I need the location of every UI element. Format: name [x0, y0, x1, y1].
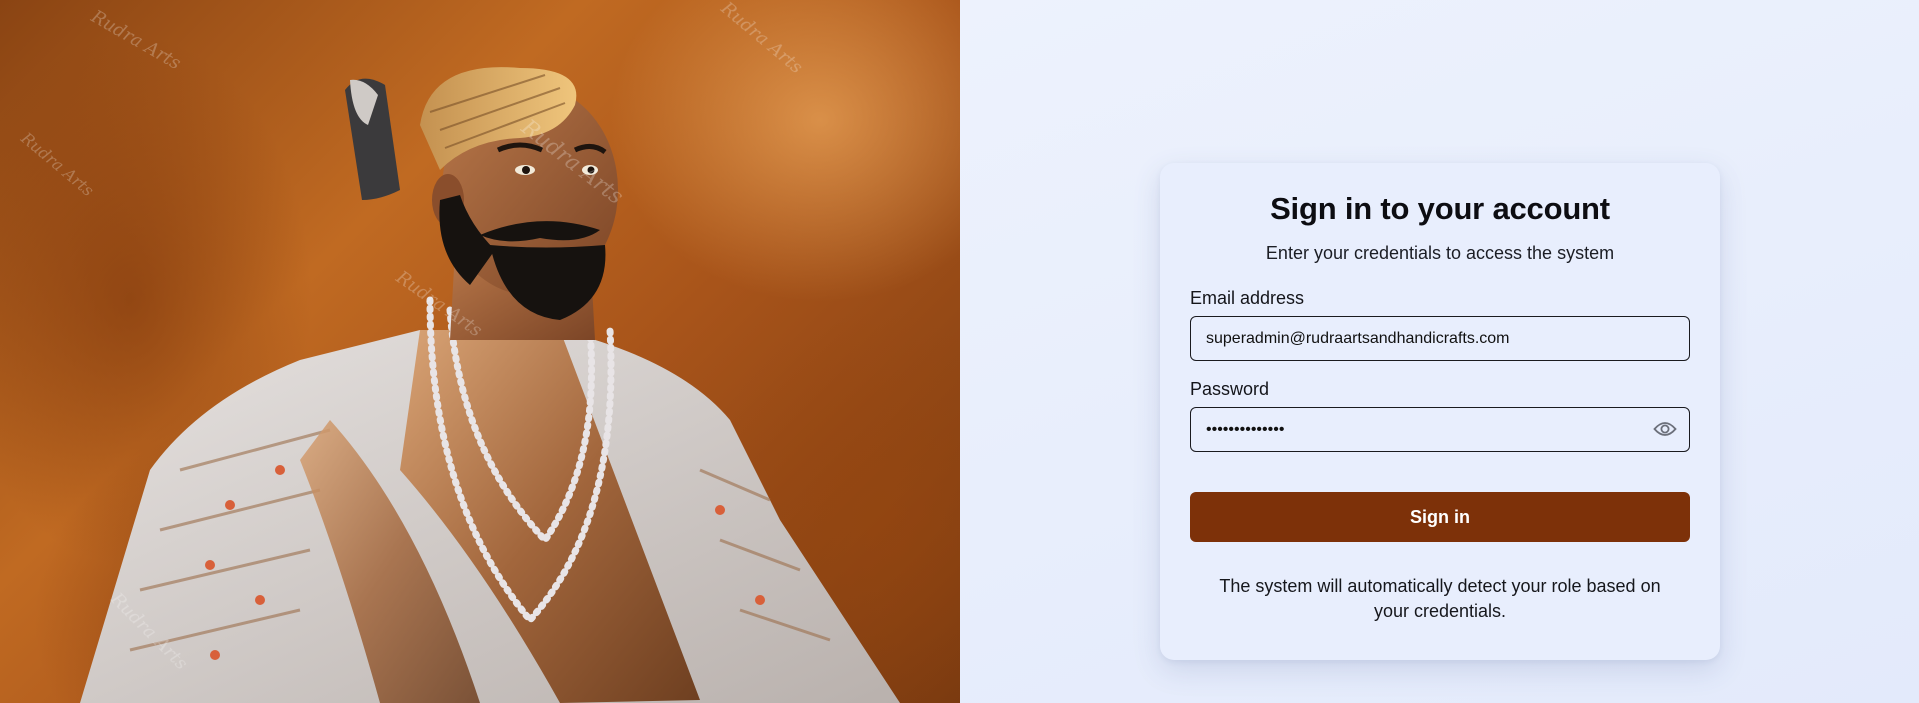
email-field[interactable] — [1190, 316, 1690, 361]
login-panel: Sign in to your account Enter your crede… — [960, 0, 1919, 703]
eye-icon[interactable] — [1653, 418, 1677, 440]
login-card: Sign in to your account Enter your crede… — [1160, 163, 1720, 660]
statue-illustration: Rudra Arts Rudra Arts Rudra Arts Rudra A… — [17, 0, 900, 703]
email-field-wrap — [1190, 316, 1690, 361]
sign-in-button[interactable]: Sign in — [1190, 492, 1690, 542]
hero-image: Rudra Arts Rudra Arts Rudra Arts Rudra A… — [0, 0, 960, 703]
svg-text:Rudra Arts: Rudra Arts — [17, 128, 98, 200]
page-subtitle: Enter your credentials to access the sys… — [1265, 243, 1615, 263]
eye-icon-graphic — [1653, 422, 1677, 436]
email-label: Email address — [1190, 288, 1305, 308]
password-label: Password — [1190, 379, 1270, 399]
password-field[interactable] — [1190, 407, 1690, 452]
page-title: Sign in to your account — [1270, 191, 1610, 226]
password-field-wrap — [1190, 407, 1690, 452]
role-detection-note: The system will automatically detect you… — [1219, 576, 1661, 621]
svg-text:Rudra Arts: Rudra Arts — [87, 6, 185, 75]
svg-text:Rudra Arts: Rudra Arts — [716, 0, 807, 78]
